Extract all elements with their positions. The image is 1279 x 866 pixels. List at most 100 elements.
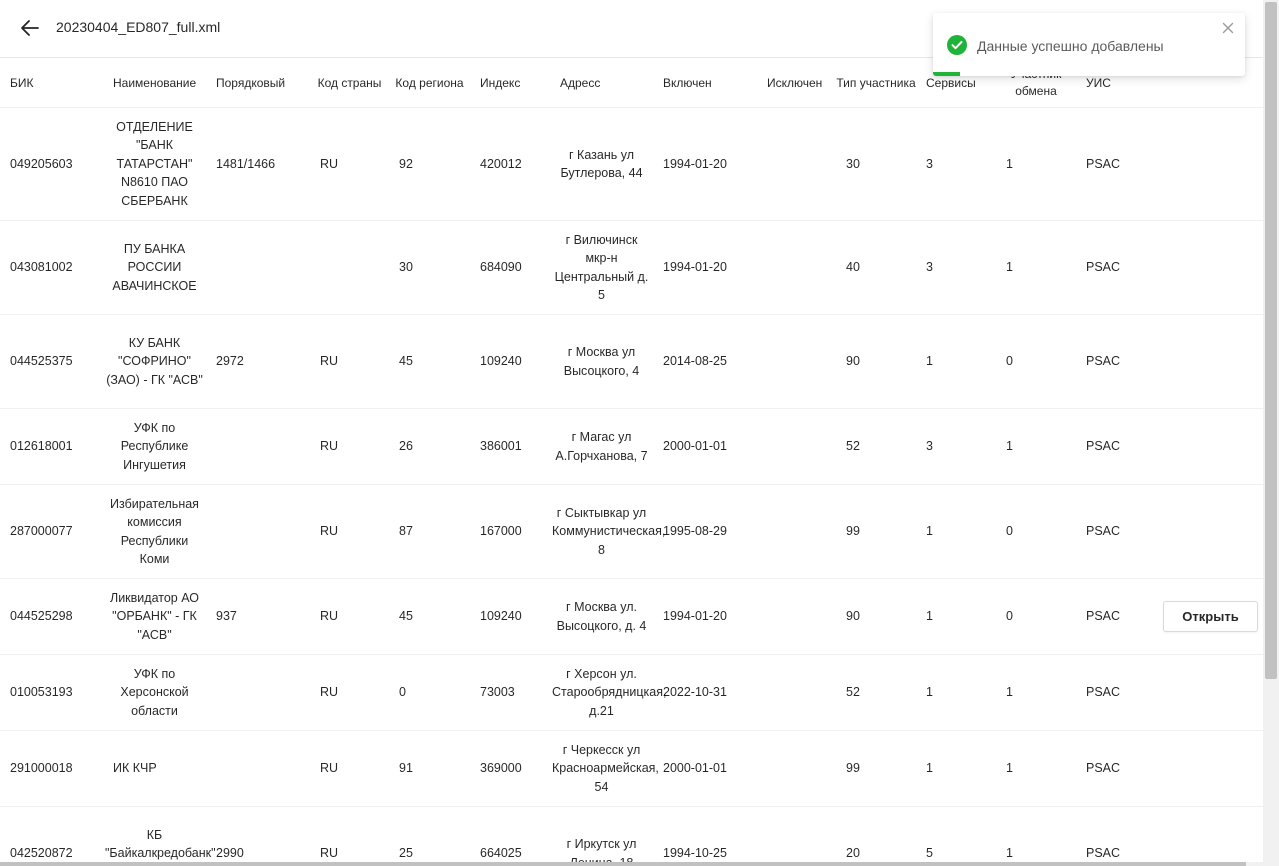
cell-order (206, 654, 310, 731)
cell-included: 1994-01-20 (653, 578, 757, 655)
cell-country: RU (310, 730, 389, 807)
cell-type: 90 (836, 314, 916, 409)
cell-region: 45 (389, 314, 470, 409)
cell-action (1156, 654, 1263, 731)
vertical-scrollbar-thumb[interactable] (1265, 2, 1277, 679)
cell-type: 90 (836, 578, 916, 655)
cell-action (1156, 408, 1263, 485)
column-header-included: Включен (653, 59, 757, 108)
column-header-address: Адресс (550, 59, 653, 108)
vertical-scrollbar[interactable] (1263, 0, 1279, 866)
cell-included: 2000-01-01 (653, 408, 757, 485)
cell-region: 0 (389, 654, 470, 731)
cell-action: Открыть (1156, 578, 1263, 655)
cell-excluded (757, 408, 836, 485)
cell-address: г Вилючинск мкр-н Центральный д. 5 (550, 220, 653, 315)
cell-included: 2022-10-31 (653, 654, 757, 731)
cell-bik: 012618001 (0, 408, 103, 485)
column-header-excluded: Исключен (757, 59, 836, 108)
cell-name: ИК КЧР (103, 730, 206, 807)
cell-uis: PSAC (1076, 730, 1156, 807)
cell-country: RU (310, 408, 389, 485)
cell-order (206, 730, 310, 807)
close-icon[interactable] (1222, 22, 1234, 34)
cell-bik: 287000077 (0, 484, 103, 579)
cell-country: RU (310, 806, 389, 862)
cell-bik: 042520872 (0, 806, 103, 862)
cell-order: 2972 (206, 314, 310, 409)
cell-bik: 049205603 (0, 107, 103, 221)
back-button[interactable] (18, 16, 42, 40)
cell-index: 73003 (470, 654, 550, 731)
column-header-name: Наименование (103, 59, 206, 108)
cell-country: RU (310, 654, 389, 731)
cell-exchange: 1 (996, 408, 1076, 485)
cell-included: 1994-10-25 (653, 806, 757, 862)
table-row[interactable]: 287000077 Избирательная комиссия Республ… (0, 484, 1263, 579)
cell-exchange: 1 (996, 220, 1076, 315)
table-row[interactable]: 044525375 КУ БАНК "СОФРИНО" (ЗАО) - ГК "… (0, 314, 1263, 409)
cell-exchange: 1 (996, 730, 1076, 807)
cell-order (206, 220, 310, 315)
column-header-country-code: Код страны (310, 59, 389, 108)
cell-services: 1 (916, 314, 996, 409)
cell-uis: PSAC (1076, 314, 1156, 409)
column-header-participant-type: Тип участника (836, 59, 916, 108)
cell-name: ПУ БАНКА РОССИИ АВАЧИНСКОЕ (103, 220, 206, 315)
cell-name: УФК по Херсонской области (103, 654, 206, 731)
table-row[interactable]: 044525298 Ликвидатор АО "ОРБАНК" - ГК "А… (0, 578, 1263, 655)
cell-country: RU (310, 578, 389, 655)
table-row[interactable]: 049205603 ОТДЕЛЕНИЕ "БАНК ТАТАРСТАН" N86… (0, 107, 1263, 221)
cell-address: г Черкесск ул Красноармейская, 54 (550, 730, 659, 807)
cell-index: 167000 (470, 484, 550, 579)
arrow-left-icon (21, 20, 39, 36)
cell-excluded (757, 314, 836, 409)
cell-uis: PSAC (1076, 107, 1156, 221)
cell-type: 99 (836, 484, 916, 579)
table-row[interactable]: 043081002 ПУ БАНКА РОССИИ АВАЧИНСКОЕ 30 … (0, 220, 1263, 315)
table-row[interactable]: 042520872 КБ "Байкалкредобанк" (АО) 2990… (0, 806, 1263, 862)
cell-type: 52 (836, 654, 916, 731)
cell-index: 386001 (470, 408, 550, 485)
cell-action (1156, 806, 1263, 862)
cell-exchange: 1 (996, 107, 1076, 221)
table-row[interactable]: 010053193 УФК по Херсонской области RU 0… (0, 654, 1263, 731)
cell-action (1156, 220, 1263, 315)
cell-services: 3 (916, 107, 996, 221)
table-row[interactable]: 012618001 УФК по Республике Ингушетия RU… (0, 408, 1263, 485)
cell-action (1156, 314, 1263, 409)
cell-bik: 010053193 (0, 654, 103, 731)
cell-order (206, 408, 310, 485)
cell-type: 52 (836, 408, 916, 485)
cell-type: 30 (836, 107, 916, 221)
cell-name: КБ "Байкалкредобанк" (АО) (103, 806, 216, 862)
cell-uis: PSAC (1076, 220, 1156, 315)
horizontal-scrollbar-thumb[interactable] (0, 862, 1246, 866)
cell-country: RU (310, 484, 389, 579)
cell-uis: PSAC (1076, 806, 1156, 862)
open-button[interactable]: Открыть (1163, 601, 1258, 632)
cell-name: Ликвидатор АО "ОРБАНК" - ГК "АСВ" (103, 578, 206, 655)
cell-uis: PSAC (1076, 654, 1156, 731)
file-title: 20230404_ED807_full.xml (56, 19, 221, 35)
cell-index: 664025 (470, 806, 550, 862)
cell-type: 99 (836, 730, 916, 807)
cell-address: г Магас ул А.Горчханова, 7 (550, 408, 653, 485)
horizontal-scrollbar[interactable] (0, 862, 1263, 866)
cell-services: 1 (916, 484, 996, 579)
cell-exchange: 0 (996, 314, 1076, 409)
cell-uis: PSAC (1076, 408, 1156, 485)
cell-region: 91 (389, 730, 470, 807)
cell-bik: 291000018 (0, 730, 103, 807)
cell-order: 1481/1466 (206, 107, 310, 221)
cell-address: г Херсон ул. Старообрядницкая, д.21 (550, 654, 666, 731)
cell-excluded (757, 730, 836, 807)
cell-order: 2990 (206, 806, 310, 862)
notification-progress-bar (933, 72, 960, 76)
cell-index: 109240 (470, 314, 550, 409)
table-row[interactable]: 291000018 ИК КЧР RU 91 369000 г Черкесск… (0, 730, 1263, 807)
column-header-index: Индекс (470, 59, 550, 108)
cell-address: г Москва ул. Высоцкого, д. 4 (550, 578, 653, 655)
cell-bik: 044525298 (0, 578, 103, 655)
bank-table-container[interactable]: БИК Наименование Порядковый Код страны К… (0, 59, 1263, 862)
